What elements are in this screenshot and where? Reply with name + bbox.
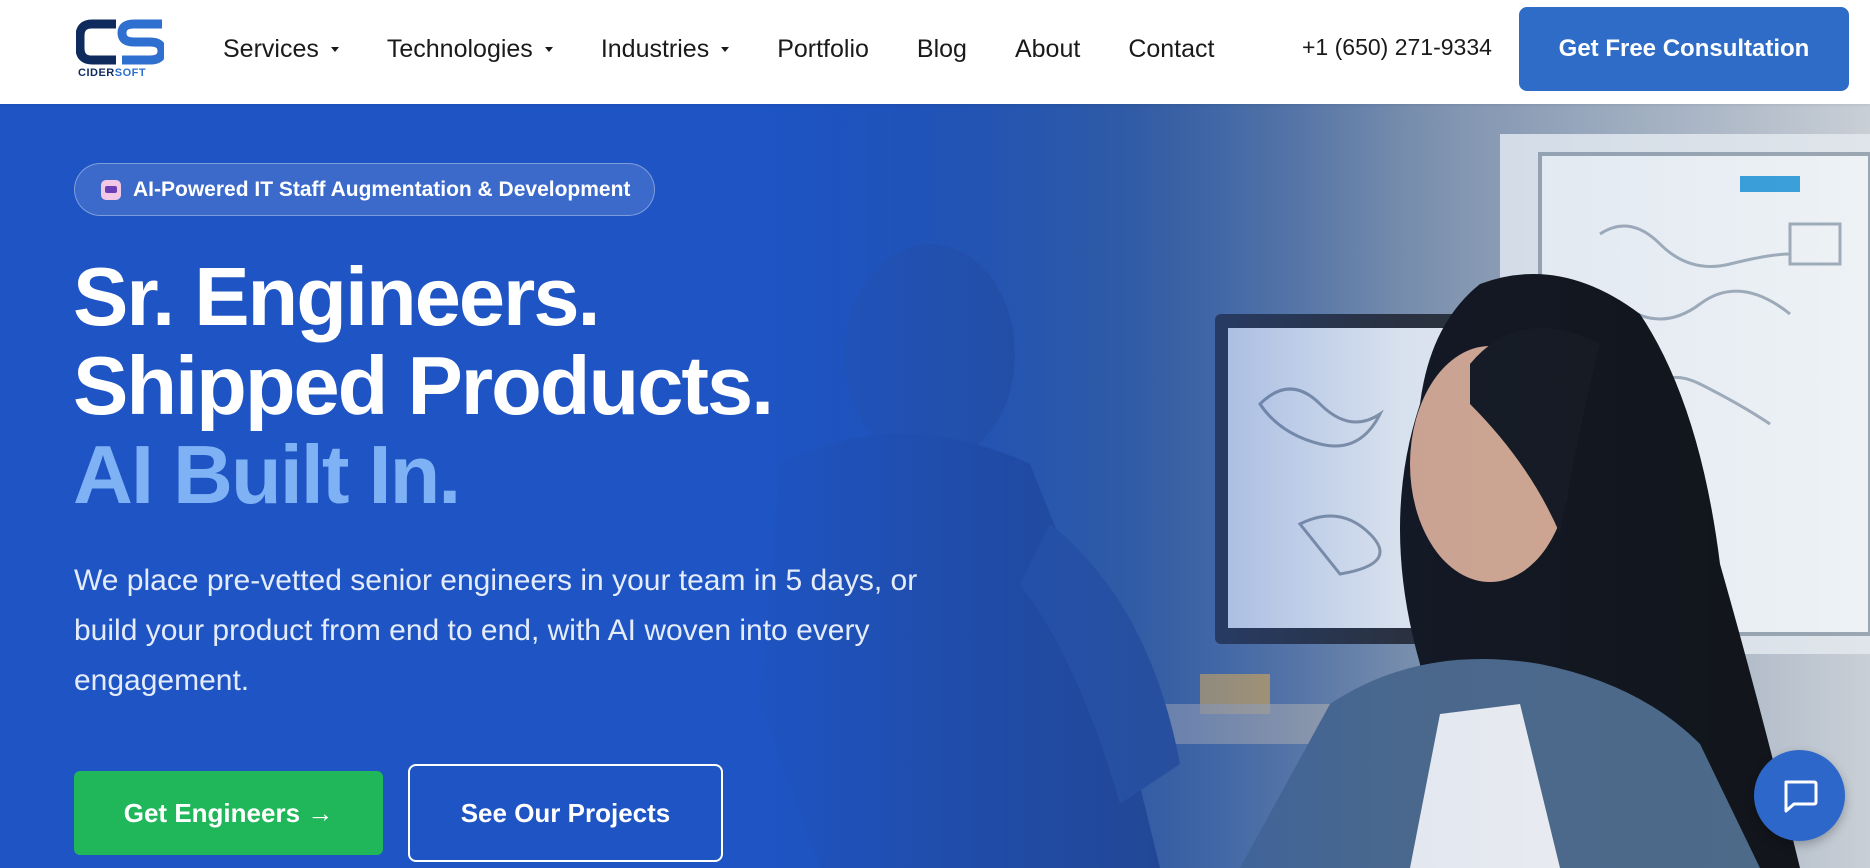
headline-line-3: AI Built In. bbox=[73, 428, 461, 521]
chat-bubble-icon bbox=[1784, 780, 1817, 812]
nav-item-blog[interactable]: Blog bbox=[917, 35, 967, 64]
get-free-consultation-button[interactable]: Get Free Consultation bbox=[1519, 7, 1849, 91]
headline-line-2: Shipped Products. bbox=[73, 339, 774, 432]
logo-word-soft: SOFT bbox=[114, 67, 147, 79]
nav-label: Industries bbox=[600, 34, 710, 63]
hero-badge-text: AI-Powered IT Staff Augmentation & Devel… bbox=[133, 177, 631, 201]
hero-headline: Sr. Engineers. Shipped Products. AI Buil… bbox=[73, 250, 774, 521]
nav-label: Blog bbox=[916, 34, 967, 63]
nav-label: Services bbox=[223, 34, 319, 63]
site-header: CIDERSOFT Services Technologies Industri… bbox=[0, 0, 1870, 104]
nav-item-industries[interactable]: Industries bbox=[600, 34, 730, 64]
caret-down-icon bbox=[721, 46, 730, 52]
hero-badge: AI-Powered IT Staff Augmentation & Devel… bbox=[74, 163, 656, 216]
robot-icon bbox=[101, 179, 121, 200]
caret-down-icon bbox=[330, 46, 339, 52]
hero-subtext: We place pre-vetted senior engineers in … bbox=[74, 564, 918, 697]
main-nav: Services Technologies Industries Portfol… bbox=[223, 0, 1262, 98]
get-engineers-button[interactable]: Get Engineers → bbox=[74, 771, 383, 855]
headline-line-1: Sr. Engineers. bbox=[73, 250, 601, 343]
nav-item-technologies[interactable]: Technologies bbox=[387, 35, 553, 64]
nav-item-contact[interactable]: Contact bbox=[1128, 35, 1214, 64]
nav-label: Contact bbox=[1128, 34, 1215, 63]
nav-label: About bbox=[1014, 34, 1081, 63]
see-our-projects-button[interactable]: See Our Projects bbox=[408, 764, 723, 862]
logo-word-cider: CIDER bbox=[78, 67, 115, 79]
nav-label: Portfolio bbox=[777, 34, 869, 63]
caret-down-icon bbox=[544, 46, 553, 52]
nav-item-about[interactable]: About bbox=[1015, 35, 1080, 64]
nav-label: Technologies bbox=[386, 34, 533, 63]
hero-section: AI-Powered IT Staff Augmentation & Devel… bbox=[0, 104, 1870, 868]
phone-link[interactable]: +1 (650) 271-9334 bbox=[1302, 34, 1492, 61]
nav-item-services[interactable]: Services bbox=[223, 35, 339, 64]
nav-item-portfolio[interactable]: Portfolio bbox=[777, 35, 869, 64]
logo-wordmark: CIDERSOFT bbox=[78, 67, 146, 79]
chat-widget-button[interactable] bbox=[1754, 750, 1845, 841]
